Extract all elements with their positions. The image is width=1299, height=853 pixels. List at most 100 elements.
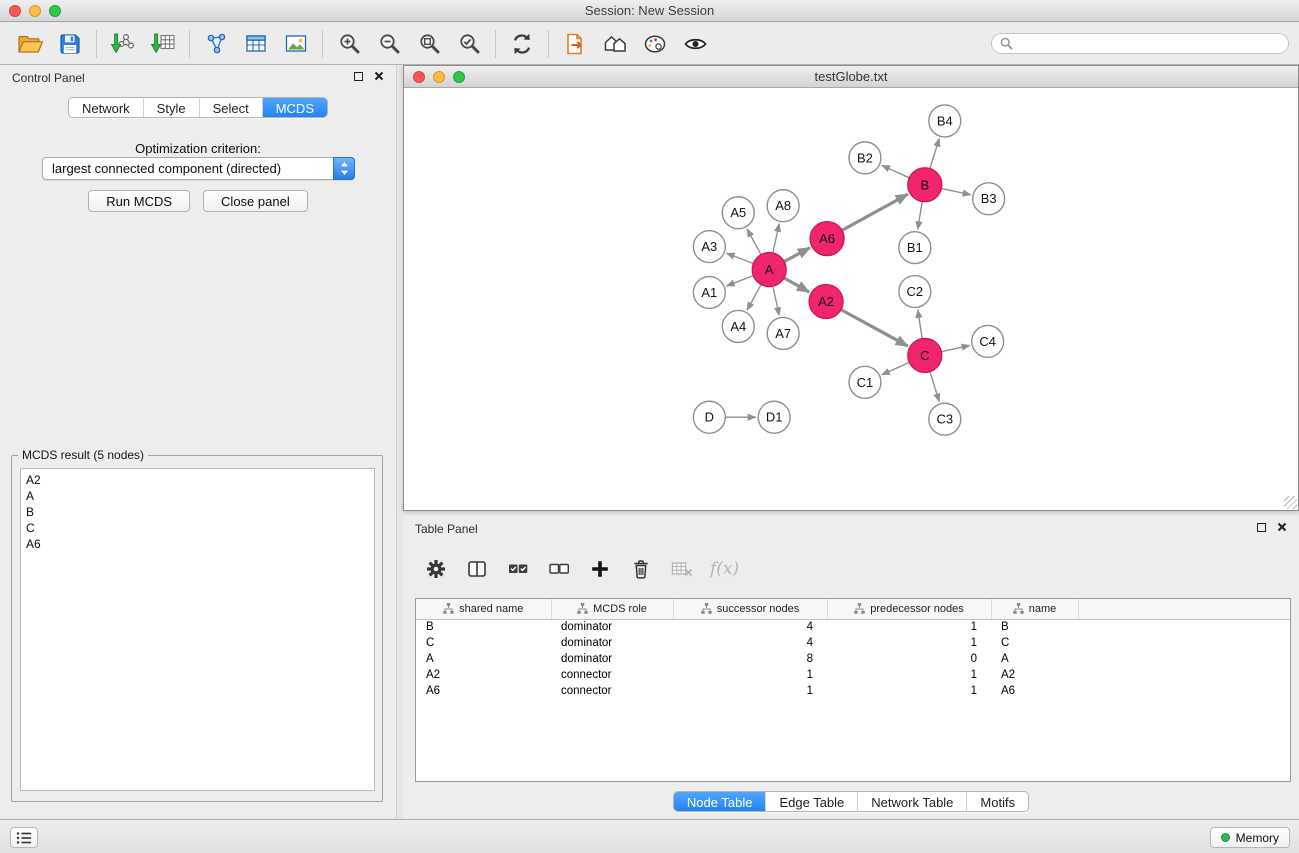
window-resize-grip[interactable] [1284, 496, 1297, 509]
task-history-button[interactable] [10, 827, 38, 848]
edge-A-A6[interactable] [784, 248, 810, 262]
zoom-out-button[interactable] [369, 26, 409, 62]
node-B2[interactable]: B2 [849, 142, 881, 174]
table-row[interactable]: A2connector11A2 [416, 667, 1290, 683]
node-C3[interactable]: C3 [929, 403, 961, 435]
table-cell[interactable]: 8 [673, 651, 827, 667]
column-header-successor-nodes[interactable]: successor nodes [673, 599, 827, 619]
node-D1[interactable]: D1 [758, 401, 790, 433]
table-cell[interactable]: 1 [827, 667, 991, 683]
node-A1[interactable]: A1 [693, 277, 725, 309]
table-row[interactable]: Adominator80A [416, 651, 1290, 667]
edge-C-C2[interactable] [918, 310, 923, 339]
table-row[interactable]: Cdominator41C [416, 635, 1290, 651]
search-input[interactable] [991, 33, 1289, 54]
tab-mcds[interactable]: MCDS [262, 98, 327, 117]
edge-B-B1[interactable] [918, 202, 922, 230]
table-tab-network-table[interactable]: Network Table [857, 792, 966, 811]
node-A4[interactable]: A4 [722, 310, 754, 342]
edge-A-A8[interactable] [773, 224, 779, 253]
clear-table-button[interactable] [669, 556, 695, 582]
edge-A-A3[interactable] [727, 253, 754, 263]
edge-A-A7[interactable] [773, 286, 779, 315]
tab-network[interactable]: Network [69, 98, 143, 117]
edge-A2-C[interactable] [841, 310, 908, 346]
node-A5[interactable]: A5 [722, 197, 754, 229]
table-tab-node-table[interactable]: Node Table [674, 792, 766, 811]
table-cell[interactable]: A6 [991, 683, 1078, 699]
table-cell[interactable]: 1 [827, 683, 991, 699]
edge-C-C1[interactable] [882, 362, 910, 374]
node-A8[interactable]: A8 [767, 190, 799, 222]
table-settings-button[interactable] [423, 556, 449, 582]
select-all-button[interactable] [505, 556, 531, 582]
mcds-result-item[interactable]: A [26, 488, 369, 504]
refresh-button[interactable] [502, 26, 542, 62]
table-cell[interactable]: 4 [673, 635, 827, 651]
home-button[interactable] [595, 26, 635, 62]
table-cell[interactable]: 1 [673, 683, 827, 699]
close-panel-icon[interactable] [374, 71, 384, 81]
table-cell[interactable]: dominator [551, 651, 673, 667]
network-canvas[interactable]: B4B2BB3A5A8A6A3B1AA1C2A2A4A7C4CC1C3DD1 [404, 89, 1298, 510]
zoom-selected-button[interactable] [449, 26, 489, 62]
zoom-network-window-button[interactable] [453, 71, 465, 83]
mcds-result-item[interactable]: A2 [26, 472, 369, 488]
node-C4[interactable]: C4 [972, 325, 1004, 357]
node-C[interactable]: C [908, 338, 942, 372]
zoom-in-button[interactable] [329, 26, 369, 62]
node-B[interactable]: B [908, 168, 942, 202]
table-tab-motifs[interactable]: Motifs [966, 792, 1028, 811]
deselect-all-button[interactable] [546, 556, 572, 582]
table-cell[interactable]: 1 [673, 667, 827, 683]
edge-A-A1[interactable] [727, 276, 754, 286]
edge-A6-B[interactable] [842, 194, 908, 230]
function-builder-button[interactable]: f(x) [710, 556, 739, 582]
table-cell[interactable]: A [991, 651, 1078, 667]
node-A7[interactable]: A7 [767, 317, 799, 349]
tab-style[interactable]: Style [143, 98, 199, 117]
column-header-predecessor-nodes[interactable]: predecessor nodes [827, 599, 991, 619]
close-network-window-button[interactable] [413, 71, 425, 83]
new-network-button[interactable] [196, 26, 236, 62]
table-cell[interactable]: 1 [827, 619, 991, 635]
edge-B-B4[interactable] [930, 139, 939, 169]
column-header-mcds-role[interactable]: MCDS role [551, 599, 673, 619]
table-cell[interactable]: connector [551, 683, 673, 699]
table-cell[interactable]: A [416, 651, 551, 667]
add-column-button[interactable] [587, 556, 613, 582]
node-D[interactable]: D [693, 401, 725, 433]
close-table-panel-icon[interactable] [1277, 522, 1287, 532]
zoom-window-button[interactable] [49, 5, 61, 17]
table-cell[interactable]: dominator [551, 619, 673, 635]
edge-B-B2[interactable] [882, 165, 910, 177]
save-session-button[interactable] [50, 26, 90, 62]
table-cell[interactable]: 1 [827, 635, 991, 651]
table-cell[interactable]: B [416, 619, 551, 635]
edge-B-B3[interactable] [941, 188, 970, 194]
table-cell[interactable]: A2 [416, 667, 551, 683]
import-table-from-file-button[interactable] [143, 26, 183, 62]
float-table-panel-icon[interactable] [1257, 523, 1266, 532]
node-A[interactable]: A [752, 253, 786, 287]
table-row[interactable]: A6connector11A6 [416, 683, 1290, 699]
node-B3[interactable]: B3 [973, 183, 1005, 215]
tab-select[interactable]: Select [199, 98, 262, 117]
edge-C-C3[interactable] [930, 372, 939, 402]
node-A2[interactable]: A2 [809, 285, 843, 319]
network-graph-svg[interactable]: B4B2BB3A5A8A6A3B1AA1C2A2A4A7C4CC1C3DD1 [404, 89, 1298, 510]
table-cell[interactable]: 4 [673, 619, 827, 635]
dropdown-stepper[interactable] [333, 157, 355, 180]
show-columns-button[interactable] [464, 556, 490, 582]
delete-column-button[interactable] [628, 556, 654, 582]
import-network-from-file-button[interactable] [103, 26, 143, 62]
minimize-window-button[interactable] [29, 5, 41, 17]
new-network-table-button[interactable] [236, 26, 276, 62]
close-window-button[interactable] [9, 5, 21, 17]
column-header-shared-name[interactable]: shared name [416, 599, 551, 619]
edge-A-A4[interactable] [747, 284, 761, 310]
table-cell[interactable]: dominator [551, 635, 673, 651]
float-panel-icon[interactable] [354, 72, 363, 81]
network-window-titlebar[interactable]: testGlobe.txt [404, 66, 1298, 88]
export-image-button[interactable] [276, 26, 316, 62]
